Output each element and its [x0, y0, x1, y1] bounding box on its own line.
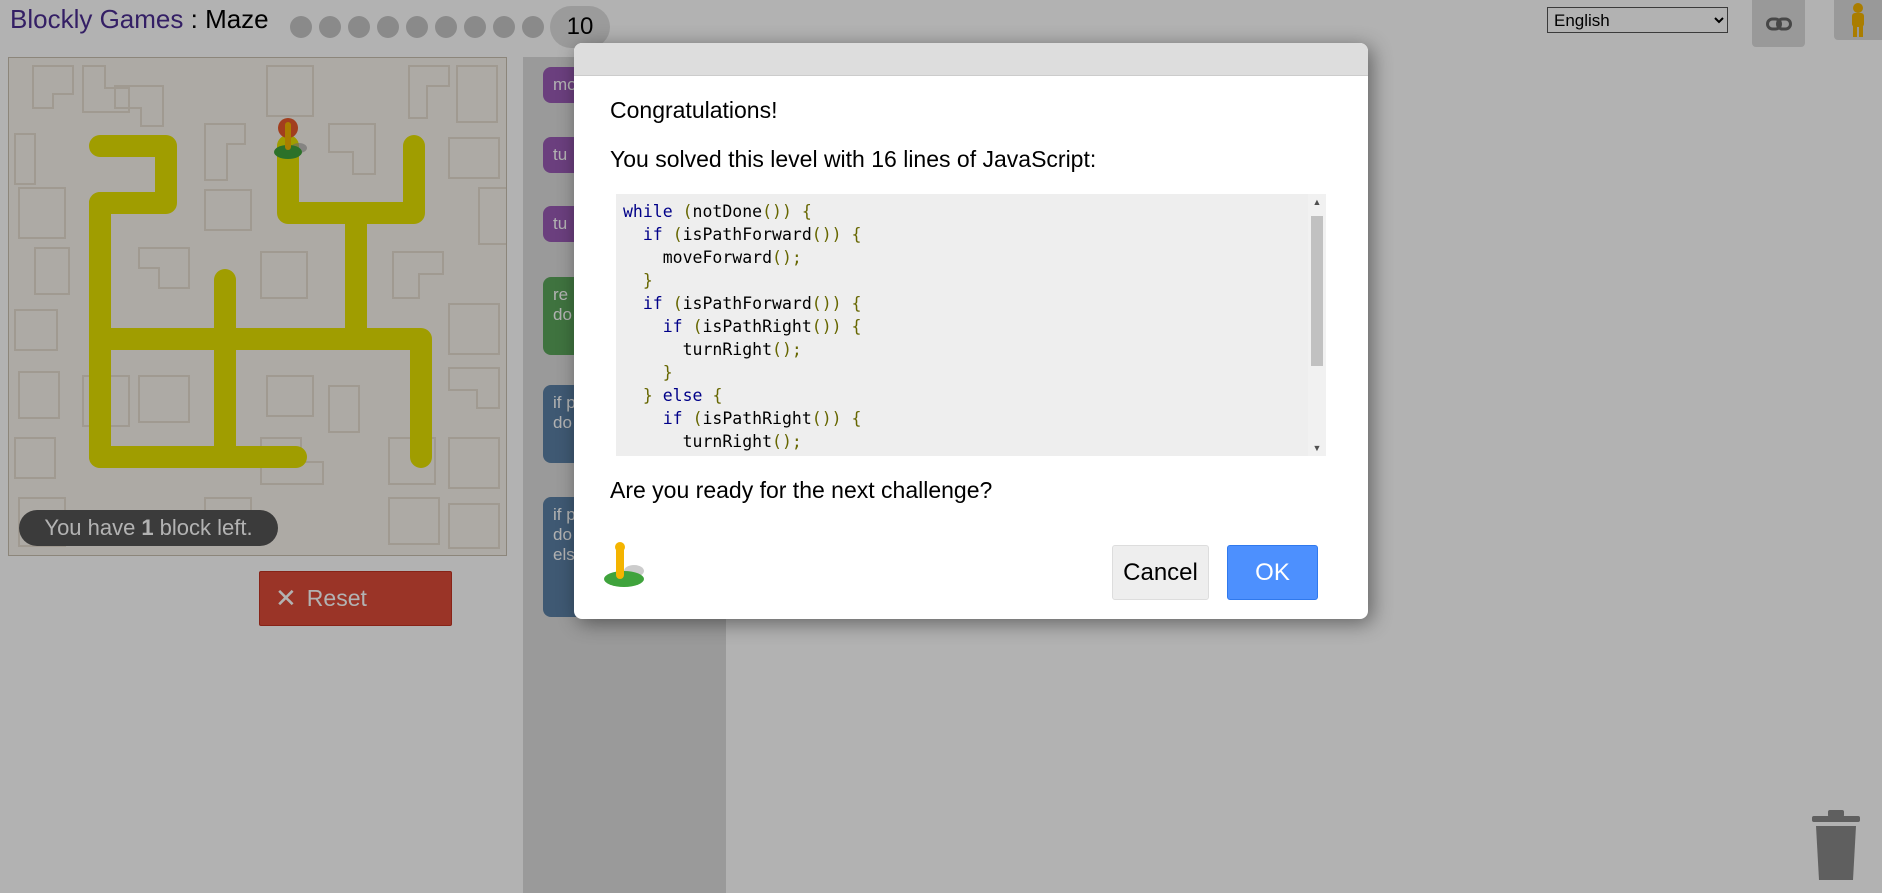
code-line: if (isPathForward()) {	[642, 294, 862, 313]
code-listing[interactable]: while (notDone()) { if (isPathForward())…	[616, 194, 1326, 456]
pegman-icon	[604, 542, 644, 587]
code-line: if (isPathForward()) {	[642, 225, 862, 244]
ok-button[interactable]: OK	[1227, 545, 1318, 600]
code-line: if (isPathRight()) {	[662, 317, 862, 336]
cancel-button[interactable]: Cancel	[1112, 545, 1209, 600]
code-line: }	[642, 271, 653, 290]
dialog-header[interactable]	[574, 43, 1368, 76]
scrollbar-thumb[interactable]	[1311, 216, 1323, 366]
code-line: } else {	[642, 386, 723, 405]
dialog-prompt: Are you ready for the next challenge?	[610, 477, 993, 503]
congratulations-dialog: Congratulations! You solved this level w…	[574, 43, 1368, 619]
code-scrollbar[interactable]: ▲ ▼	[1308, 194, 1326, 456]
scroll-up-arrow-icon[interactable]: ▲	[1308, 197, 1326, 207]
code-line: moveForward();	[623, 248, 802, 267]
code-line: turnRight();	[623, 340, 802, 359]
code-line: turnRight();	[623, 432, 802, 451]
code-line: while (notDone()) {	[623, 202, 812, 221]
code-line: }	[662, 363, 673, 382]
dialog-title: Congratulations!	[610, 97, 778, 123]
dialog-summary: You solved this level with 16 lines of J…	[610, 146, 1097, 172]
code-line: if (isPathRight()) {	[662, 409, 862, 428]
code-text: while (notDone()) { if (isPathForward())…	[623, 200, 861, 453]
scroll-down-arrow-icon[interactable]: ▼	[1308, 443, 1326, 453]
